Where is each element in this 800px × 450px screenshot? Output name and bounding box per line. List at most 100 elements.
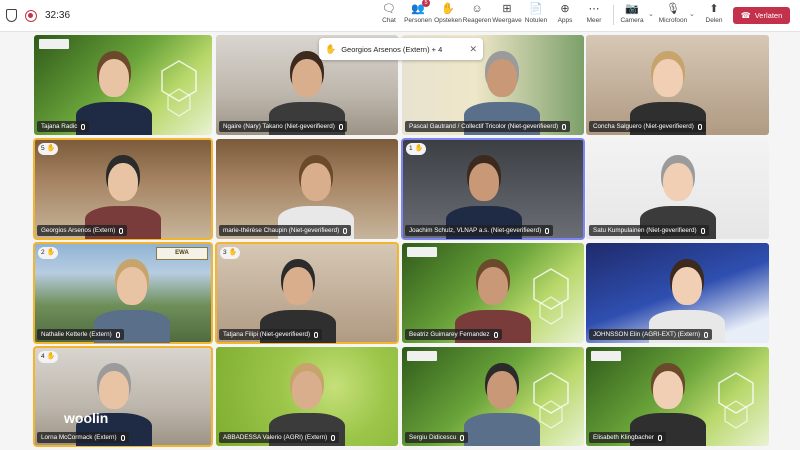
- raised-hand-order: 4: [41, 353, 45, 360]
- mic-options-chevron-icon[interactable]: ⌄: [689, 10, 695, 18]
- participant-tile[interactable]: Elisabeth Klingbacher: [586, 347, 769, 446]
- participant-tile[interactable]: Sergiu Didicescu: [402, 347, 584, 446]
- participant-face: [653, 59, 684, 97]
- raised-hand-icon: ✋: [46, 145, 56, 152]
- phone-hangup-icon: ☎: [740, 11, 751, 20]
- participant-tile[interactable]: marie-thérèse Chaupin (Niet-geverifieerd…: [216, 139, 398, 239]
- camera-options-chevron-icon[interactable]: ⌄: [648, 10, 654, 18]
- participant-tile[interactable]: Tajana Radic: [34, 35, 212, 135]
- tool-mic-label: Microfoon: [658, 17, 688, 24]
- tool-camera[interactable]: 📷 Camera: [615, 0, 649, 28]
- participant-tile[interactable]: 5 ✋ Georgios Arsenos (Extern): [33, 138, 213, 240]
- tool-chat-label: Chat: [382, 17, 396, 24]
- participant-name-tag: Concha Salguero (Niet-geverifieerd): [589, 121, 706, 132]
- raised-hand-icon: ✋: [228, 249, 238, 256]
- project-logo-icon: [39, 39, 69, 49]
- participant-name-tag: ABBADESSA Valerio (AGRI) (Extern): [219, 432, 340, 443]
- recording-icon: [25, 9, 37, 22]
- participant-name: JOHNSSON Elin (AGRI-EXT) (Extern): [593, 331, 701, 338]
- grid-view-icon: ⊞: [502, 3, 512, 15]
- mic-muted-icon: [704, 331, 709, 338]
- mic-off-icon: 🎙: [666, 3, 680, 15]
- tool-people[interactable]: 👥 5 Personen: [401, 0, 435, 28]
- participant-face: [478, 267, 508, 305]
- mic-muted-icon: [343, 227, 348, 234]
- mic-muted-icon: [562, 123, 567, 130]
- mic-muted-icon: [314, 331, 319, 338]
- raised-hands-text: Georgios Arsenos (Extern) + 4: [341, 44, 443, 54]
- participant-name: marie-thérèse Chaupin (Niet-geverifieerd…: [223, 227, 340, 234]
- mic-muted-icon: [81, 123, 86, 130]
- participant-name: Ngaire (Nary) Takano (Niet-geverifieerd): [223, 123, 335, 130]
- participant-face: [653, 370, 684, 409]
- project-logo-icon: [407, 351, 437, 361]
- participant-face: [116, 267, 147, 305]
- tool-more[interactable]: ⋯ Meer: [577, 0, 611, 28]
- raised-hand-order-badge: 1 ✋: [406, 143, 427, 155]
- close-icon[interactable]: ✕: [469, 44, 477, 55]
- participant-name-tag: marie-thérèse Chaupin (Niet-geverifieerd…: [219, 225, 352, 236]
- participant-tile[interactable]: ABBADESSA Valerio (AGRI) (Extern): [216, 347, 398, 446]
- participant-tile[interactable]: woolin 4 ✋ Lorna McCormack (Extern): [33, 346, 213, 447]
- participant-name: Lorna McCormack (Extern): [41, 434, 117, 441]
- raised-hand-order-badge: 3 ✋: [220, 247, 241, 259]
- mic-muted-icon: [657, 434, 662, 441]
- raised-hand-order: 2: [41, 249, 45, 256]
- participant-name-tag: JOHNSSON Elin (AGRI-EXT) (Extern): [589, 329, 713, 340]
- participant-tile[interactable]: 3 ✋ Tatjana Filipi (Niet-geverifieerd): [215, 242, 399, 344]
- participant-name-tag: Joachim Schulz, VLNAP a.s. (Niet-geverif…: [405, 225, 554, 236]
- participant-tile[interactable]: Satu Kumpulainen (Niet-geverifieerd): [586, 139, 769, 239]
- more-dots-icon: ⋯: [588, 3, 600, 15]
- participant-face: [99, 370, 130, 409]
- tool-apps-label: Apps: [557, 17, 573, 24]
- participant-name: Pascal Gautrand / Collectif Tricolor (Ni…: [409, 123, 559, 130]
- meeting-toolbar: 32:36 🗨 Chat 👥 5 Personen ✋ Opsteken ☺ Re…: [0, 0, 800, 32]
- participant-face: [99, 59, 130, 97]
- participant-tile[interactable]: 1 ✋ Joachim Schulz, VLNAP a.s. (Niet-gever…: [401, 138, 585, 240]
- participant-face: [292, 59, 322, 97]
- participant-name: ABBADESSA Valerio (AGRI) (Extern): [223, 434, 328, 441]
- participant-tile[interactable]: EWA 2 ✋ Nathalie Ketterle (Extern): [33, 242, 213, 344]
- mic-muted-icon: [545, 227, 550, 234]
- participant-name-tag: Ngaire (Nary) Takano (Niet-geverifieerd): [219, 121, 347, 132]
- project-logo-icon: [407, 247, 437, 257]
- tool-share-label: Delen: [705, 17, 723, 24]
- notes-icon: 📄: [529, 3, 543, 15]
- participant-tile[interactable]: Concha Salguero (Niet-geverifieerd): [586, 35, 769, 135]
- people-icon: 👥 5: [411, 0, 430, 16]
- participant-face: [292, 370, 322, 409]
- participant-name: Georgios Arsenos (Extern): [41, 227, 116, 234]
- tool-react[interactable]: ☺ Reageren: [460, 0, 494, 28]
- tool-camera-label: Camera: [620, 17, 644, 24]
- participant-face: [282, 267, 313, 305]
- participant-name: Joachim Schulz, VLNAP a.s. (Niet-geverif…: [409, 227, 542, 234]
- raised-hand-order: 5: [41, 145, 45, 152]
- leave-button[interactable]: ☎ Verlaten: [733, 7, 790, 24]
- mic-muted-icon: [493, 331, 498, 338]
- participant-tile[interactable]: Beatriz Guimarey Fernandez: [402, 243, 584, 343]
- raised-hand-icon: ✋: [414, 145, 424, 152]
- participant-name-tag: Beatriz Guimarey Fernandez: [405, 329, 502, 340]
- participant-tile[interactable]: JOHNSSON Elin (AGRI-EXT) (Extern): [586, 243, 769, 343]
- participant-name: Tajana Radic: [41, 123, 78, 130]
- participant-name-tag: Pascal Gautrand / Collectif Tricolor (Ni…: [405, 121, 571, 132]
- participant-face: [671, 267, 702, 305]
- tool-view-label: Weergave: [492, 17, 522, 24]
- people-count-badge: 5: [422, 0, 430, 7]
- tool-share[interactable]: ⬆ Delen: [697, 0, 731, 28]
- tool-notes-label: Notulen: [524, 17, 548, 24]
- shield-icon[interactable]: [6, 9, 17, 22]
- mic-muted-icon: [115, 331, 120, 338]
- participant-name: Sergiu Didicescu: [409, 434, 457, 441]
- toolbar-separator: [613, 5, 614, 25]
- participant-name: Concha Salguero (Niet-geverifieerd): [593, 123, 694, 130]
- participant-face: [487, 370, 518, 409]
- mic-muted-icon: [700, 227, 705, 234]
- hexagon-pattern-icon: [533, 268, 569, 325]
- tool-mic[interactable]: 🎙 Microfoon: [656, 0, 690, 28]
- participant-name-tag: Lorna McCormack (Extern): [37, 432, 129, 443]
- tool-raise-label: Opsteken: [434, 17, 462, 24]
- mic-muted-icon: [119, 227, 124, 234]
- raised-hand-icon: ✋: [325, 43, 337, 54]
- raised-hands-banner[interactable]: ✋ Georgios Arsenos (Extern) + 4 ✕: [319, 38, 483, 60]
